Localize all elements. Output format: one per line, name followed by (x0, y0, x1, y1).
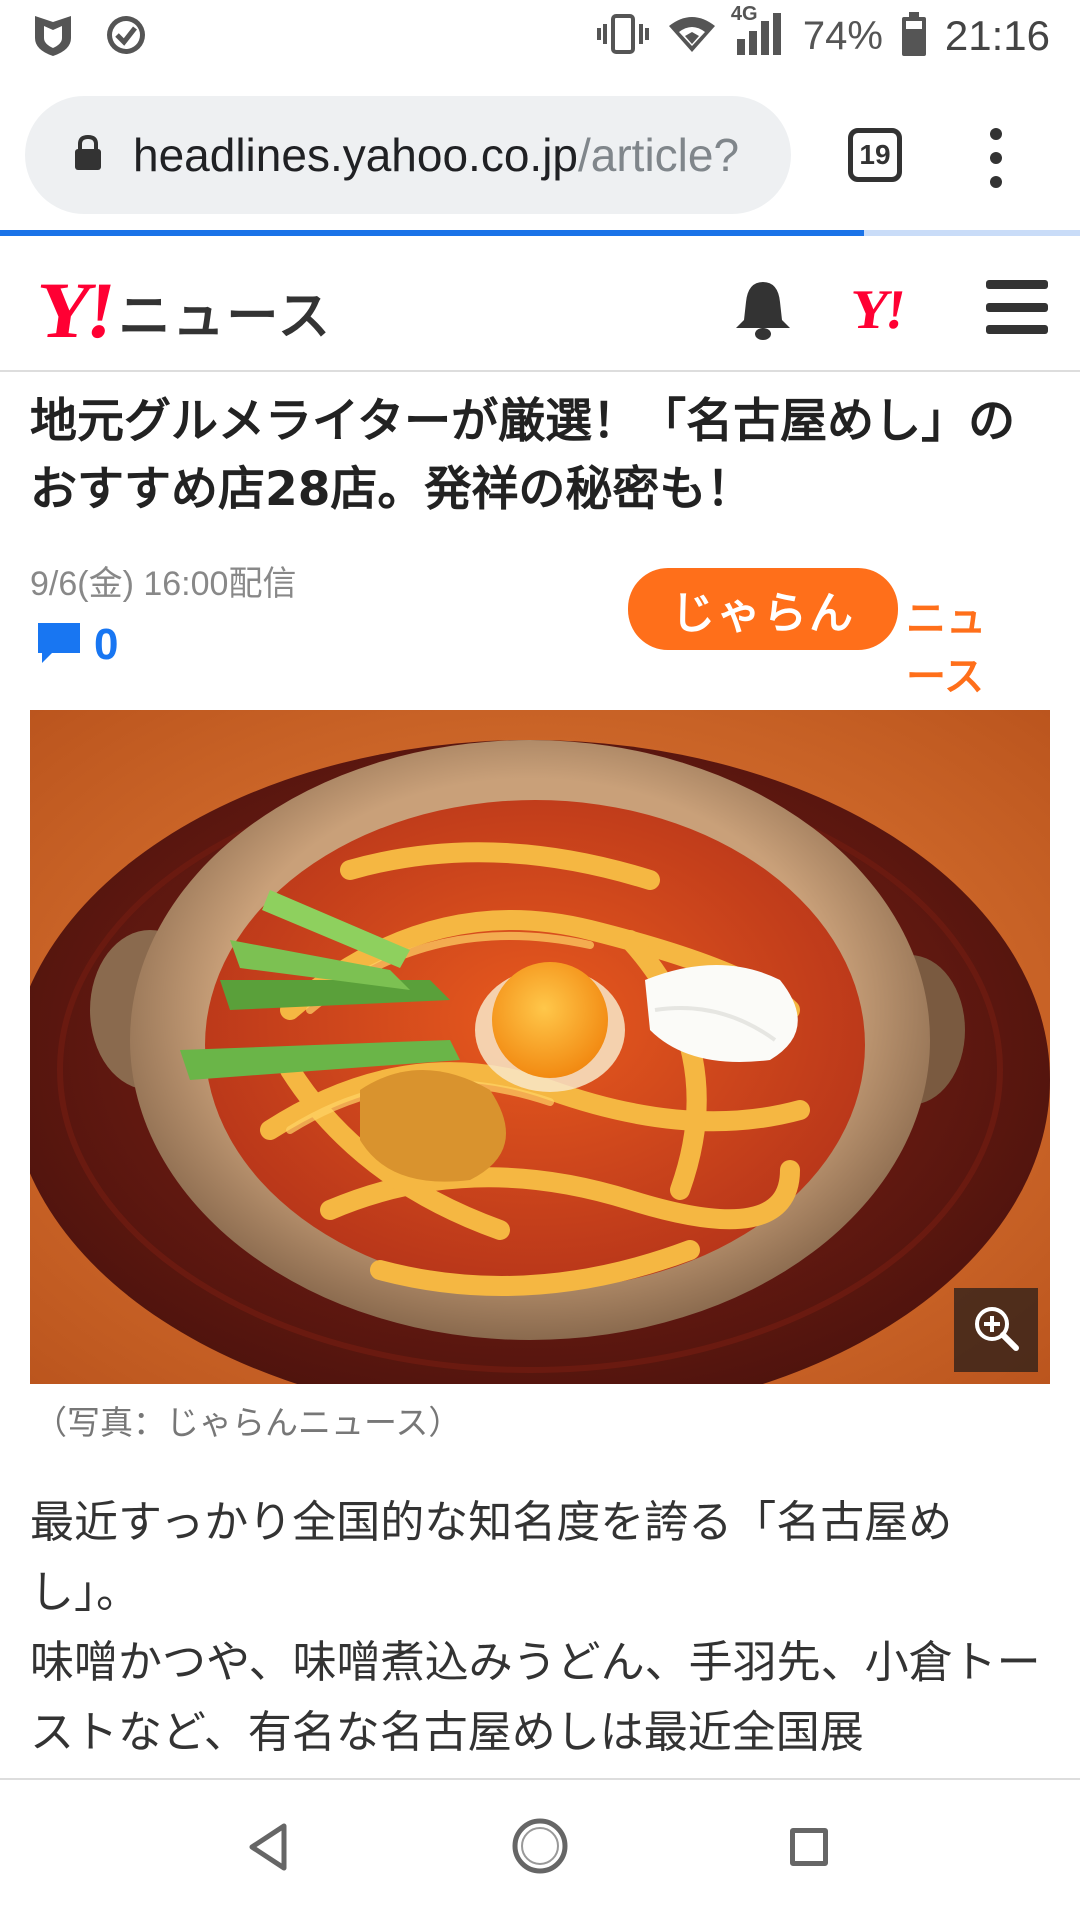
url-path: /article? (578, 129, 740, 181)
network-type-label: 4G (730, 3, 758, 25)
comment-icon (36, 621, 82, 669)
yahoo-news-logo[interactable]: Y! ニュース (30, 266, 332, 357)
udon-photo (30, 710, 1050, 1384)
lock-icon[interactable] (73, 134, 103, 176)
zoom-button[interactable] (954, 1288, 1038, 1372)
battery-percent: 74% (802, 13, 883, 58)
home-icon[interactable] (510, 1816, 570, 1880)
site-header: Y! ニュース Y! (0, 236, 1080, 372)
battery-icon (901, 11, 927, 61)
wifi-icon (667, 14, 717, 58)
yahoo-logo-text: ニュース (118, 287, 332, 347)
status-bar: 4G 74% 21:16 (0, 0, 1080, 72)
back-icon[interactable] (246, 1822, 290, 1876)
check-circle-icon (104, 13, 148, 61)
publisher-logo[interactable]: じゃらん ニュース (628, 568, 1018, 700)
kebab-menu-icon[interactable] (986, 128, 1006, 188)
yahoo-logo-mark: Y! (29, 267, 115, 355)
comment-count: 0 (94, 620, 119, 669)
article-photo[interactable] (30, 710, 1050, 1384)
bell-icon[interactable] (730, 276, 796, 342)
url-host: headlines.yahoo.co.jp (133, 129, 578, 181)
signal-icon: 4G (731, 3, 785, 61)
tab-count: 19 (859, 139, 891, 170)
hamburger-menu-icon[interactable] (986, 280, 1048, 334)
shield-icon (30, 12, 76, 62)
clock: 21:16 (944, 12, 1050, 59)
tab-switcher-icon[interactable]: 19 (848, 128, 902, 182)
article-title: 地元グルメライターが厳選！「名古屋めし」のおすすめ店28店。発祥の秘密も！ (30, 394, 1016, 517)
yahoo-top-link[interactable]: Y! (846, 278, 906, 342)
article-body: 最近すっかり全国的な知名度を誇る「名古屋めし」。 味噌かつや、味噌煮込みうどん、… (30, 1488, 1050, 1768)
url-text[interactable]: headlines.yahoo.co.jp/article? (133, 128, 739, 182)
publisher-logo-sub: ニュース (906, 596, 986, 700)
address-bar[interactable]: headlines.yahoo.co.jp/article? (25, 96, 791, 214)
photo-caption: （写真：じゃらんニュース） (34, 1403, 462, 1442)
publisher-logo-main: じゃらん (671, 588, 855, 639)
android-nav-bar (0, 1778, 1080, 1920)
article-date: 9/6(金) 16:00配信 (30, 565, 297, 603)
body-paragraph: 最近すっかり全国的な知名度を誇る「名古屋めし」。 (30, 1497, 953, 1618)
body-paragraph: 味噌かつや、味噌煮込みうどん、手羽先、小倉トーストなど、有名な名古屋めしは最近全… (30, 1637, 1041, 1758)
browser-toolbar: headlines.yahoo.co.jp/article? 19 (0, 72, 1080, 236)
comments-link[interactable]: 0 (36, 620, 118, 670)
zoom-in-icon (972, 1304, 1020, 1356)
recents-icon[interactable] (790, 1828, 828, 1866)
publisher-logo-mark: じゃらん (628, 568, 898, 650)
vibrate-icon (596, 12, 649, 60)
